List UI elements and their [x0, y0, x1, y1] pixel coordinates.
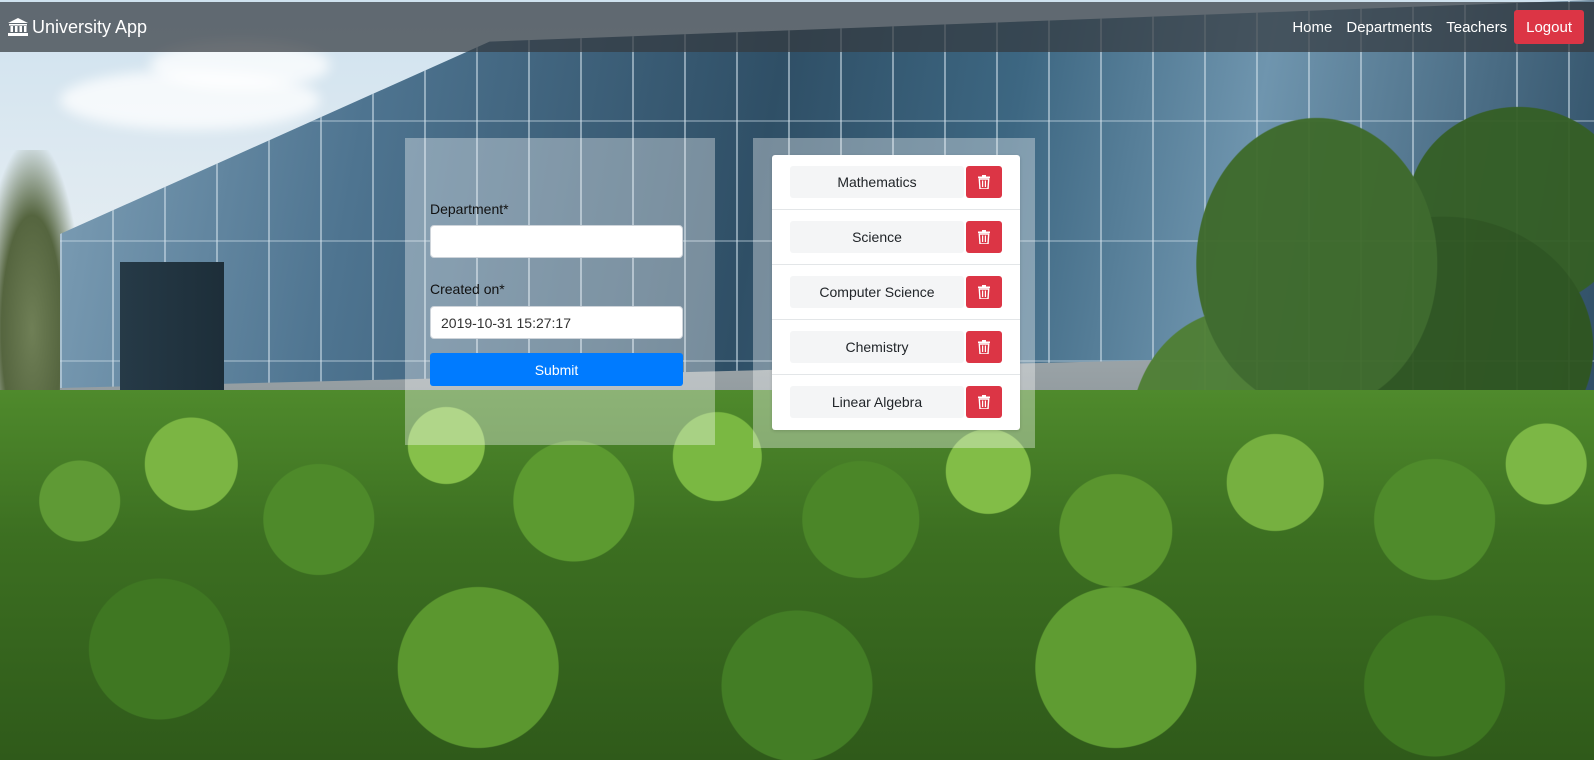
trash-icon — [978, 285, 990, 299]
created-on-input[interactable] — [430, 306, 683, 339]
logout-button[interactable]: Logout — [1514, 10, 1584, 44]
department-form-panel: Department* Created on* Submit — [405, 138, 715, 445]
trash-icon — [978, 340, 990, 354]
trash-icon — [978, 230, 990, 244]
department-name: Chemistry — [790, 331, 964, 363]
department-name: Mathematics — [790, 166, 964, 198]
list-item: Computer Science — [772, 265, 1020, 320]
trash-icon — [978, 395, 990, 409]
department-name: Science — [790, 221, 964, 253]
department-name: Linear Algebra — [790, 386, 964, 418]
submit-button[interactable]: Submit — [430, 353, 683, 386]
list-item: Science — [772, 210, 1020, 265]
nav-link-teachers[interactable]: Teachers — [1439, 19, 1514, 36]
department-name: Computer Science — [790, 276, 964, 308]
list-item: Mathematics — [772, 155, 1020, 210]
delete-mathematics-button[interactable] — [966, 166, 1002, 198]
delete-linear-algebra-button[interactable] — [966, 386, 1002, 418]
delete-science-button[interactable] — [966, 221, 1002, 253]
delete-computer-science-button[interactable] — [966, 276, 1002, 308]
navbar: University App Home Departments Teachers… — [0, 2, 1594, 52]
department-label: Department* — [430, 201, 509, 217]
departments-list: Mathematics Science Computer Science Che… — [772, 155, 1020, 430]
institution-icon — [8, 18, 28, 36]
list-item: Chemistry — [772, 320, 1020, 375]
departments-list-panel: Mathematics Science Computer Science Che… — [753, 138, 1035, 448]
department-input[interactable] — [430, 225, 683, 258]
nav-link-departments[interactable]: Departments — [1339, 19, 1439, 36]
created-on-label: Created on* — [430, 281, 505, 297]
nav-links: Home Departments Teachers Logout — [1285, 2, 1584, 52]
trash-icon — [978, 175, 990, 189]
brand-title: University App — [32, 16, 148, 37]
delete-chemistry-button[interactable] — [966, 331, 1002, 363]
list-item: Linear Algebra — [772, 375, 1020, 430]
nav-link-home[interactable]: Home — [1285, 19, 1339, 36]
brand-link[interactable]: University App — [8, 2, 147, 52]
